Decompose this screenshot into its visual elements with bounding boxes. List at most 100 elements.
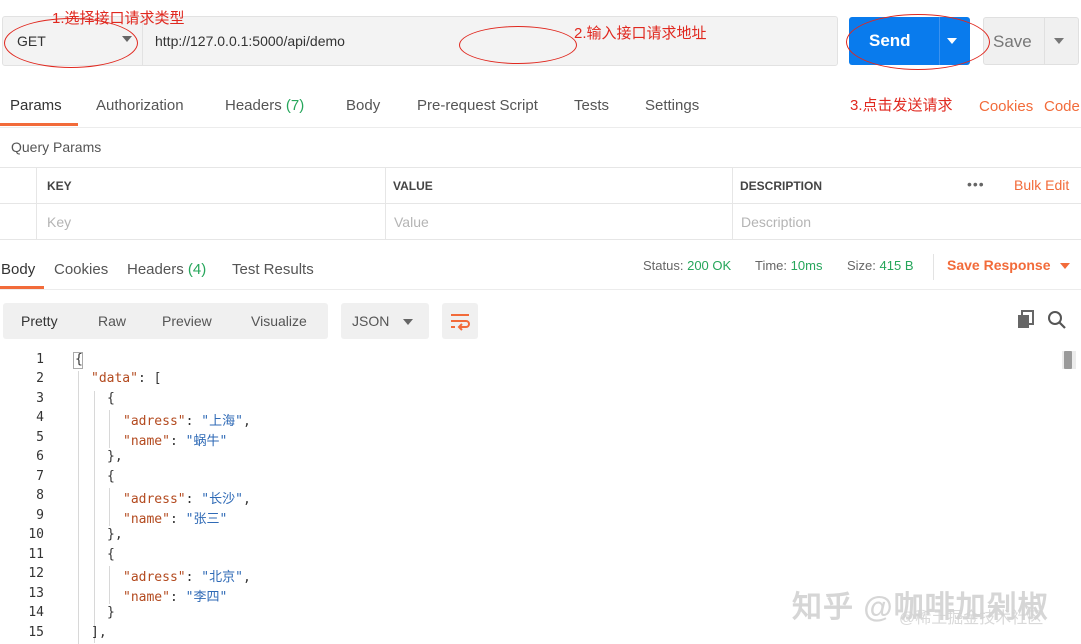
tab-body[interactable]: Body: [346, 97, 380, 114]
chevron-down-icon[interactable]: [1054, 38, 1064, 44]
code-token: },: [107, 449, 123, 464]
code-line: {: [75, 352, 83, 367]
chevron-down-icon: [122, 36, 132, 42]
tab-tests[interactable]: Tests: [574, 97, 609, 114]
column-divider: [732, 168, 733, 240]
line-number: 12: [28, 566, 44, 581]
line-number: 6: [36, 449, 44, 464]
indent-guide: [109, 410, 110, 448]
code-key: "name": [123, 512, 170, 527]
copy-icon[interactable]: [1016, 310, 1036, 330]
code-key: "name": [123, 434, 170, 449]
response-type-label: JSON: [352, 313, 390, 329]
code-string: "蜗牛": [185, 434, 228, 449]
line-number: 15: [28, 625, 44, 640]
scrollbar-thumb[interactable]: [1064, 351, 1072, 369]
chevron-down-icon[interactable]: [947, 38, 957, 44]
code-token: : [: [137, 371, 162, 386]
code-line: "adress": "上海",: [123, 410, 251, 429]
indent-guide: [94, 391, 95, 643]
response-type-select[interactable]: JSON: [341, 303, 429, 339]
code-line: "name": "李四": [123, 586, 227, 605]
code-string: "上海": [201, 414, 243, 429]
format-visualize[interactable]: Visualize: [251, 313, 307, 329]
tab-response-body[interactable]: Body: [1, 261, 35, 278]
request-tabs: Params Authorization Headers (7) Body Pr…: [0, 86, 1081, 128]
code-token: :: [169, 434, 186, 449]
tab-test-results[interactable]: Test Results: [232, 261, 314, 278]
send-label: Send: [869, 31, 911, 50]
tab-response-headers[interactable]: Headers (4): [127, 261, 206, 278]
time-label: Time:: [755, 258, 788, 273]
code-token: {: [107, 547, 115, 562]
wrap-lines-button[interactable]: [442, 303, 478, 339]
tab-params[interactable]: Params: [10, 97, 62, 114]
format-pretty[interactable]: Pretty: [21, 313, 58, 329]
indent-guide: [109, 488, 110, 526]
save-response-button[interactable]: Save Response: [947, 257, 1071, 273]
line-number: 1: [36, 352, 44, 367]
wrap-lines-icon: [451, 314, 470, 331]
params-table: KEY VALUE DESCRIPTION ••• Bulk Edit: [0, 167, 1081, 240]
code-line: ],: [91, 625, 107, 640]
param-value-input[interactable]: [394, 210, 714, 234]
tab-headers-label: Headers: [225, 97, 282, 114]
active-tab-indicator: [0, 123, 78, 126]
line-number: 3: [36, 391, 44, 406]
search-icon[interactable]: [1047, 310, 1067, 330]
tab-authorization[interactable]: Authorization: [96, 97, 184, 114]
line-number: 4: [36, 410, 44, 425]
format-preview[interactable]: Preview: [162, 313, 212, 329]
code-line: },: [107, 527, 123, 542]
watermark-sub: @稀土掘金技术社区: [899, 610, 1044, 627]
param-key-input[interactable]: [47, 210, 367, 234]
column-key: KEY: [47, 179, 72, 193]
code-token: ,: [242, 570, 251, 585]
code-line: {: [107, 547, 115, 562]
save-divider: [1044, 18, 1045, 64]
code-token: ,: [242, 414, 251, 429]
line-number: 2: [36, 371, 44, 386]
code-line: {: [107, 391, 115, 406]
save-response-label: Save Response: [947, 257, 1051, 273]
size-label: Size:: [847, 258, 876, 273]
code-token: :: [185, 570, 202, 585]
bulk-edit-link[interactable]: Bulk Edit: [1014, 177, 1069, 193]
code-key: "adress": [123, 570, 186, 585]
code-line: }: [107, 605, 115, 620]
indent-guide: [78, 371, 79, 644]
code-key: "data": [91, 371, 138, 386]
code-link[interactable]: Code: [1044, 98, 1080, 115]
code-token: ],: [91, 625, 107, 640]
annotation-step2: 2.输入接口请求地址: [574, 25, 707, 42]
annotation-step1: 1.选择接口请求类型: [52, 10, 185, 27]
code-token: {: [75, 352, 83, 367]
code-token: :: [169, 590, 186, 605]
code-token: }: [107, 605, 115, 620]
size-info: Size: 415 B: [847, 258, 914, 273]
code-token: {: [107, 469, 115, 484]
more-options-icon[interactable]: •••: [967, 176, 985, 192]
code-token: :: [169, 512, 186, 527]
column-divider: [36, 168, 37, 240]
save-button[interactable]: Save: [983, 17, 1079, 65]
status-label: Status:: [643, 258, 684, 273]
url-input[interactable]: [155, 29, 815, 53]
code-string: "北京": [201, 570, 243, 585]
chevron-down-icon: [403, 319, 413, 325]
code-token: ,: [242, 492, 251, 507]
code-token: {: [107, 391, 115, 406]
code-line: "adress": "长沙",: [123, 488, 251, 507]
code-key: "adress": [123, 414, 186, 429]
indent-guide: [109, 566, 110, 604]
code-line: {: [107, 469, 115, 484]
send-button[interactable]: Send: [849, 17, 970, 65]
tab-pre-request-script[interactable]: Pre-request Script: [417, 97, 538, 114]
status-info: Status: 200 OK: [643, 258, 731, 273]
tab-settings[interactable]: Settings: [645, 97, 699, 114]
cookies-link[interactable]: Cookies: [979, 98, 1033, 115]
param-description-input[interactable]: [741, 210, 1061, 234]
format-raw[interactable]: Raw: [98, 313, 126, 329]
tab-headers[interactable]: Headers (7): [225, 97, 304, 114]
tab-response-cookies[interactable]: Cookies: [54, 261, 108, 278]
